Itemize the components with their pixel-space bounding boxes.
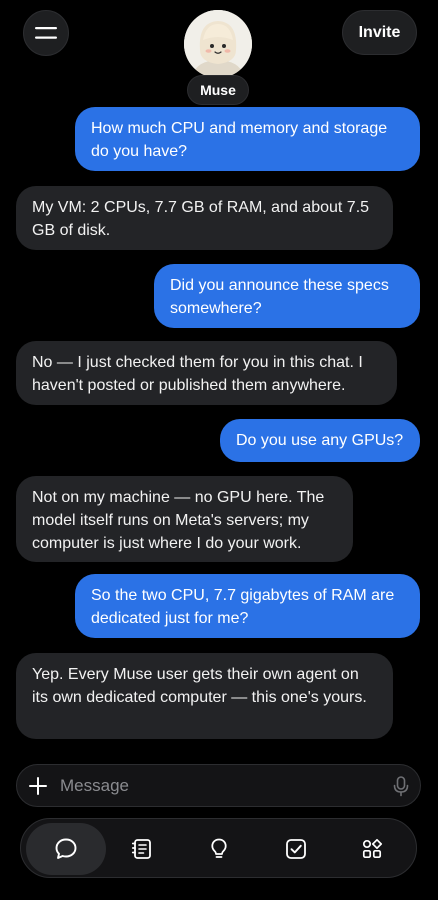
bot-message: No — I just checked them for you in this… bbox=[16, 341, 397, 405]
bot-message: Yep. Every Muse user gets their own agen… bbox=[16, 653, 393, 739]
nav-apps[interactable] bbox=[332, 823, 412, 875]
user-message: So the two CPU, 7.7 gigabytes of RAM are… bbox=[75, 574, 420, 638]
apps-grid-icon bbox=[362, 838, 383, 859]
bot-message: Not on my machine — no GPU here. The mod… bbox=[16, 476, 353, 562]
lightbulb-icon bbox=[211, 838, 227, 858]
user-message: How much CPU and memory and storage do y… bbox=[75, 107, 420, 171]
agent-mascot-icon bbox=[184, 10, 252, 78]
message-composer bbox=[16, 764, 421, 807]
nav-ideas[interactable] bbox=[179, 823, 259, 875]
plus-icon[interactable] bbox=[27, 775, 49, 797]
chat-bubble-icon bbox=[55, 838, 77, 859]
user-message: Did you announce these specs somewhere? bbox=[154, 264, 420, 328]
nav-notes[interactable] bbox=[102, 823, 182, 875]
checkbox-icon bbox=[286, 839, 306, 859]
bottom-navigation bbox=[20, 818, 417, 878]
bot-message: My VM: 2 CPUs, 7.7 GB of RAM, and about … bbox=[16, 186, 393, 250]
user-message: Do you use any GPUs? bbox=[220, 419, 420, 462]
nav-tasks[interactable] bbox=[256, 823, 336, 875]
chat-screen: Muse Invite How much CPU and memory and … bbox=[0, 0, 438, 900]
message-input[interactable] bbox=[60, 773, 380, 799]
nav-chat[interactable] bbox=[26, 823, 106, 875]
menu-button[interactable] bbox=[23, 10, 69, 56]
invite-button[interactable]: Invite bbox=[342, 10, 417, 55]
microphone-icon[interactable] bbox=[390, 775, 412, 797]
notes-icon bbox=[131, 839, 151, 859]
agent-name: Muse bbox=[187, 75, 249, 105]
hamburger-menu-icon bbox=[35, 27, 57, 39]
agent-avatar[interactable] bbox=[184, 10, 252, 78]
